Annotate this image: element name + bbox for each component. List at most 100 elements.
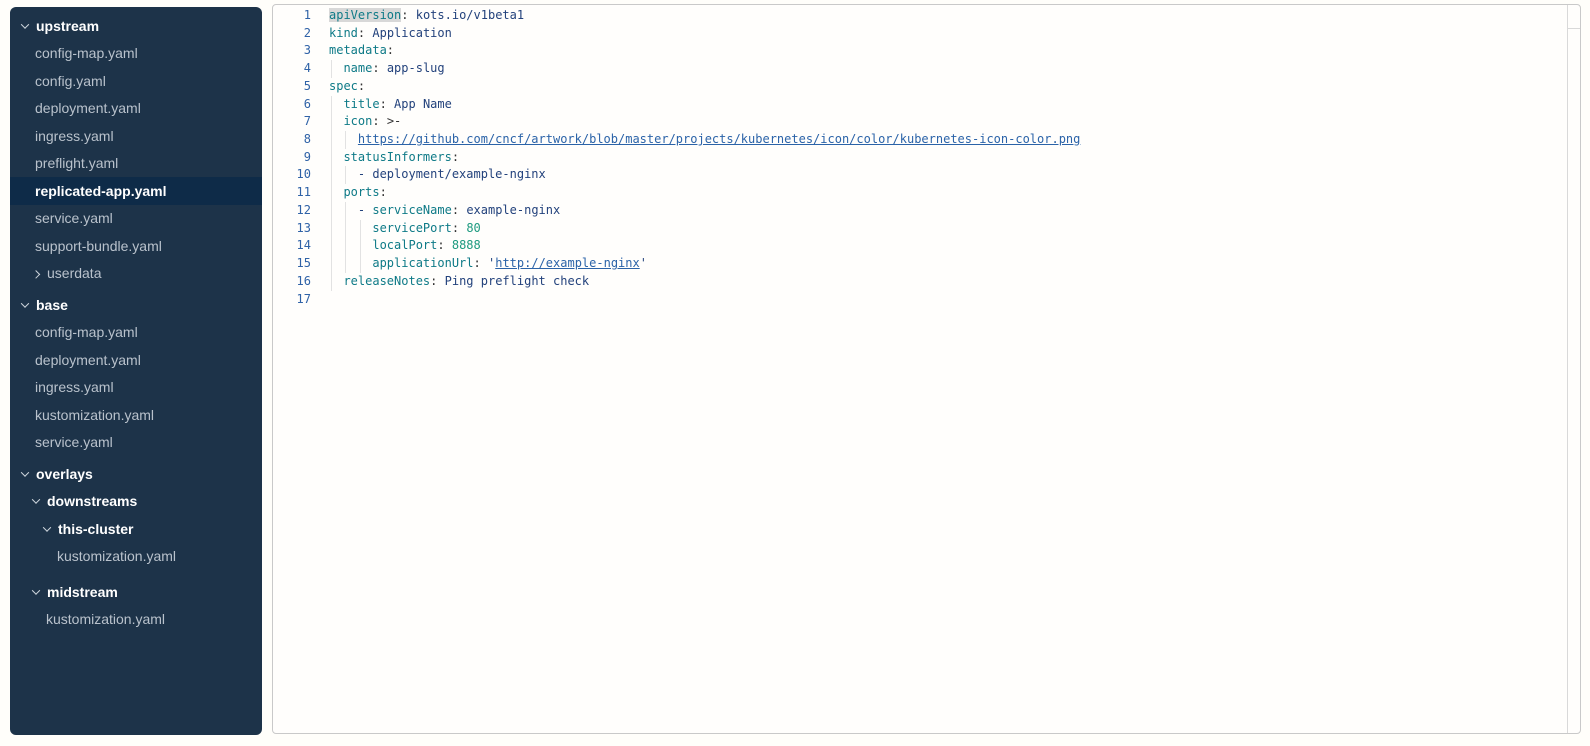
tree-folder-base[interactable]: base [10, 291, 262, 319]
code-token [380, 61, 387, 75]
tree-folder-this-cluster[interactable]: this-cluster [10, 515, 262, 543]
code-token [380, 114, 387, 128]
indent-guide [331, 202, 332, 220]
tree-file-preflight.yaml[interactable]: preflight.yaml [10, 150, 262, 178]
tree-item-label: service.yaml [35, 434, 113, 450]
code-token: ports [343, 185, 379, 199]
code-line[interactable]: 3metadata: [273, 42, 1580, 60]
tree-file-config-map.yaml[interactable]: config-map.yaml [10, 40, 262, 68]
indent-guide [331, 113, 332, 131]
tree-folder-downstreams[interactable]: downstreams [10, 488, 262, 516]
line-number: 15 [273, 255, 311, 273]
code-token: : [358, 79, 365, 93]
code-token [329, 167, 358, 181]
tree-file-ingress.yaml[interactable]: ingress.yaml [10, 122, 262, 150]
code-line[interactable]: 7 icon: >- [273, 113, 1580, 131]
code-token: kots.io/v1beta1 [416, 8, 524, 22]
chevron-down-icon [32, 586, 40, 594]
code-line[interactable]: 14 localPort: 8888 [273, 237, 1580, 255]
code-content: applicationUrl: 'http://example-nginx' [311, 255, 1580, 273]
line-number: 6 [273, 96, 311, 114]
line-number: 16 [273, 273, 311, 291]
code-content: ports: [311, 184, 1580, 202]
tree-item-label: kustomization.yaml [57, 548, 176, 564]
tree-file-ingress.yaml[interactable]: ingress.yaml [10, 374, 262, 402]
code-line[interactable]: 15 applicationUrl: 'http://example-nginx… [273, 255, 1580, 273]
code-token: : [380, 185, 387, 199]
tree-file-deployment.yaml[interactable]: deployment.yaml [10, 346, 262, 374]
code-line[interactable]: 13 servicePort: 80 [273, 220, 1580, 238]
code-token: releaseNotes [343, 274, 430, 288]
code-token [408, 8, 415, 22]
tree-folder-upstream[interactable]: upstream [10, 12, 262, 40]
tree-file-kustomization.yaml[interactable]: kustomization.yaml [10, 543, 262, 571]
code-line[interactable]: 2kind: Application [273, 25, 1580, 43]
code-line[interactable]: 10 - deployment/example-nginx [273, 166, 1580, 184]
code-content: - serviceName: example-nginx [311, 202, 1580, 220]
line-number: 9 [273, 149, 311, 167]
code-line[interactable]: 17 [273, 291, 1580, 309]
tree-file-replicated-app.yaml[interactable]: replicated-app.yaml [10, 177, 262, 205]
tree-file-config.yaml[interactable]: config.yaml [10, 67, 262, 95]
code-token [329, 238, 372, 252]
code-line[interactable]: 9 statusInformers: [273, 149, 1580, 167]
code-line[interactable]: 4 name: app-slug [273, 60, 1580, 78]
code-token [437, 274, 444, 288]
tree-file-service.yaml[interactable]: service.yaml [10, 205, 262, 233]
code-token: https://github.com/cncf/artwork/blob/mas… [358, 132, 1080, 146]
tree-file-support-bundle.yaml[interactable]: support-bundle.yaml [10, 232, 262, 260]
tree-file-kustomization.yaml[interactable]: kustomization.yaml [10, 401, 262, 429]
tree-item-label: preflight.yaml [35, 155, 118, 171]
tree-item-label: config-map.yaml [35, 45, 138, 61]
tree-item-label: this-cluster [58, 521, 133, 537]
tree-item-label: replicated-app.yaml [35, 183, 167, 199]
code-line[interactable]: 6 title: App Name [273, 96, 1580, 114]
tree-file-deployment.yaml[interactable]: deployment.yaml [10, 95, 262, 123]
code-token: app-slug [387, 61, 445, 75]
code-content: icon: >- [311, 113, 1580, 131]
editor-scrollbar[interactable] [1567, 5, 1580, 733]
indent-guide [331, 166, 332, 184]
tree-file-service.yaml[interactable]: service.yaml [10, 429, 262, 457]
editor-scrollbar-thumb[interactable] [1567, 5, 1580, 29]
code-token [329, 203, 358, 217]
code-token: example-nginx [466, 203, 560, 217]
tree-item-label: overlays [36, 466, 93, 482]
code-line[interactable]: 5spec: [273, 78, 1580, 96]
line-number: 11 [273, 184, 311, 202]
tree-folder-midstream[interactable]: midstream [10, 578, 262, 606]
tree-item-label: midstream [47, 584, 118, 600]
code-editor[interactable]: 1apiVersion: kots.io/v1beta12kind: Appli… [272, 4, 1581, 734]
tree-item-label: support-bundle.yaml [35, 238, 162, 254]
code-content: - deployment/example-nginx [311, 166, 1580, 184]
code-token [445, 238, 452, 252]
code-token: spec [329, 79, 358, 93]
tree-item-label: config.yaml [35, 73, 106, 89]
tree-item-label: ingress.yaml [35, 379, 114, 395]
tree-item-label: deployment.yaml [35, 100, 141, 116]
line-number: 12 [273, 202, 311, 220]
indent-guide [331, 131, 332, 149]
code-token: - deployment/example-nginx [358, 167, 546, 181]
tree-folder-overlays[interactable]: overlays [10, 460, 262, 488]
code-line[interactable]: 16 releaseNotes: Ping preflight check [273, 273, 1580, 291]
code-line[interactable]: 1apiVersion: kots.io/v1beta1 [273, 7, 1580, 25]
indent-guide [345, 166, 346, 184]
code-token: 8888 [452, 238, 481, 252]
indent-guide [345, 220, 346, 238]
code-content: spec: [311, 78, 1580, 96]
indent-guide [331, 220, 332, 238]
tree-file-kustomization.yaml[interactable]: kustomization.yaml [10, 606, 262, 634]
file-tree: upstream config-map.yaml config.yaml deploy… [10, 7, 262, 633]
code-content: apiVersion: kots.io/v1beta1 [311, 7, 1580, 25]
tree-folder-userdata[interactable]: userdata [10, 260, 262, 288]
chevron-down-icon [21, 468, 29, 476]
tree-file-config-map.yaml[interactable]: config-map.yaml [10, 319, 262, 347]
code-line[interactable]: 8 https://github.com/cncf/artwork/blob/m… [273, 131, 1580, 149]
code-token [329, 221, 372, 235]
code-line[interactable]: 12 - serviceName: example-nginx [273, 202, 1580, 220]
code-token: ' [640, 256, 647, 270]
code-line[interactable]: 11 ports: [273, 184, 1580, 202]
tree-item-label: service.yaml [35, 210, 113, 226]
tree-item-label: base [36, 297, 68, 313]
